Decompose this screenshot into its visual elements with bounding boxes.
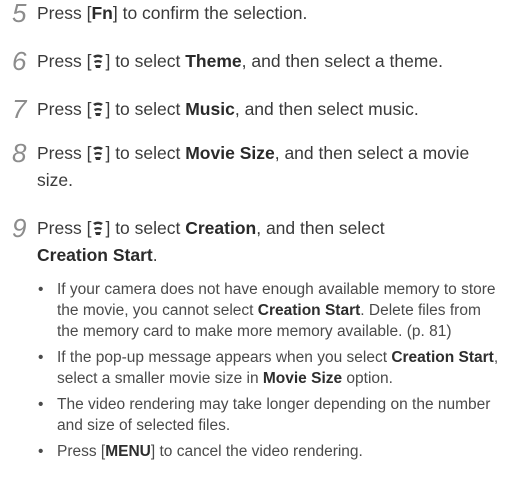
step-number: 5	[12, 0, 26, 28]
step-text: Press [] to select Music, and then selec…	[37, 98, 419, 119]
step-7: 7 Press [] to select Music, and then sel…	[12, 96, 508, 123]
step-text: Press [] to select Theme, and then selec…	[37, 50, 444, 71]
macro-dial-icon	[91, 217, 105, 235]
bullet-icon: •	[38, 443, 44, 460]
fn-key-label: Fn	[91, 3, 113, 23]
step-5: 5 Press [Fn] to confirm the selection.	[12, 0, 508, 27]
macro-dial-icon	[91, 50, 105, 68]
step-8: 8 Press [] to select Movie Size, and the…	[12, 140, 508, 194]
list-item: • If your camera does not have enough av…	[36, 279, 506, 342]
step-9: 9 Press [] to select Creation, and then …	[12, 215, 508, 269]
list-item: • The video rendering may take longer de…	[36, 394, 506, 436]
step-text: Press [] to select Creation, and then se…	[37, 217, 385, 265]
step-text: Press [Fn] to confirm the selection.	[37, 3, 308, 23]
note-text: Press [MENU] to cancel the video renderi…	[57, 443, 363, 460]
bullet-icon: •	[38, 281, 44, 298]
list-item: • If the pop-up message appears when you…	[36, 347, 506, 389]
note-text: The video rendering may take longer depe…	[57, 396, 491, 434]
step-number: 6	[12, 46, 26, 76]
manual-page: 5 Press [Fn] to confirm the selection. 6…	[0, 0, 512, 491]
menu-key-label: MENU	[105, 443, 151, 460]
bullet-icon: •	[38, 349, 44, 366]
list-item: • Press [MENU] to cancel the video rende…	[36, 441, 506, 462]
note-text: If your camera does not have enough avai…	[57, 281, 496, 340]
macro-dial-icon	[91, 142, 105, 160]
step-text: Press [] to select Movie Size, and then …	[37, 142, 470, 190]
note-text: If the pop-up message appears when you s…	[57, 349, 499, 387]
macro-dial-icon	[91, 98, 105, 116]
step-number: 7	[12, 94, 26, 124]
bullet-icon: •	[38, 396, 44, 413]
step-number: 9	[12, 213, 26, 243]
step-6: 6 Press [] to select Theme, and then sel…	[12, 48, 508, 75]
notes-list: • If your camera does not have enough av…	[36, 279, 506, 462]
step-number: 8	[12, 138, 26, 168]
